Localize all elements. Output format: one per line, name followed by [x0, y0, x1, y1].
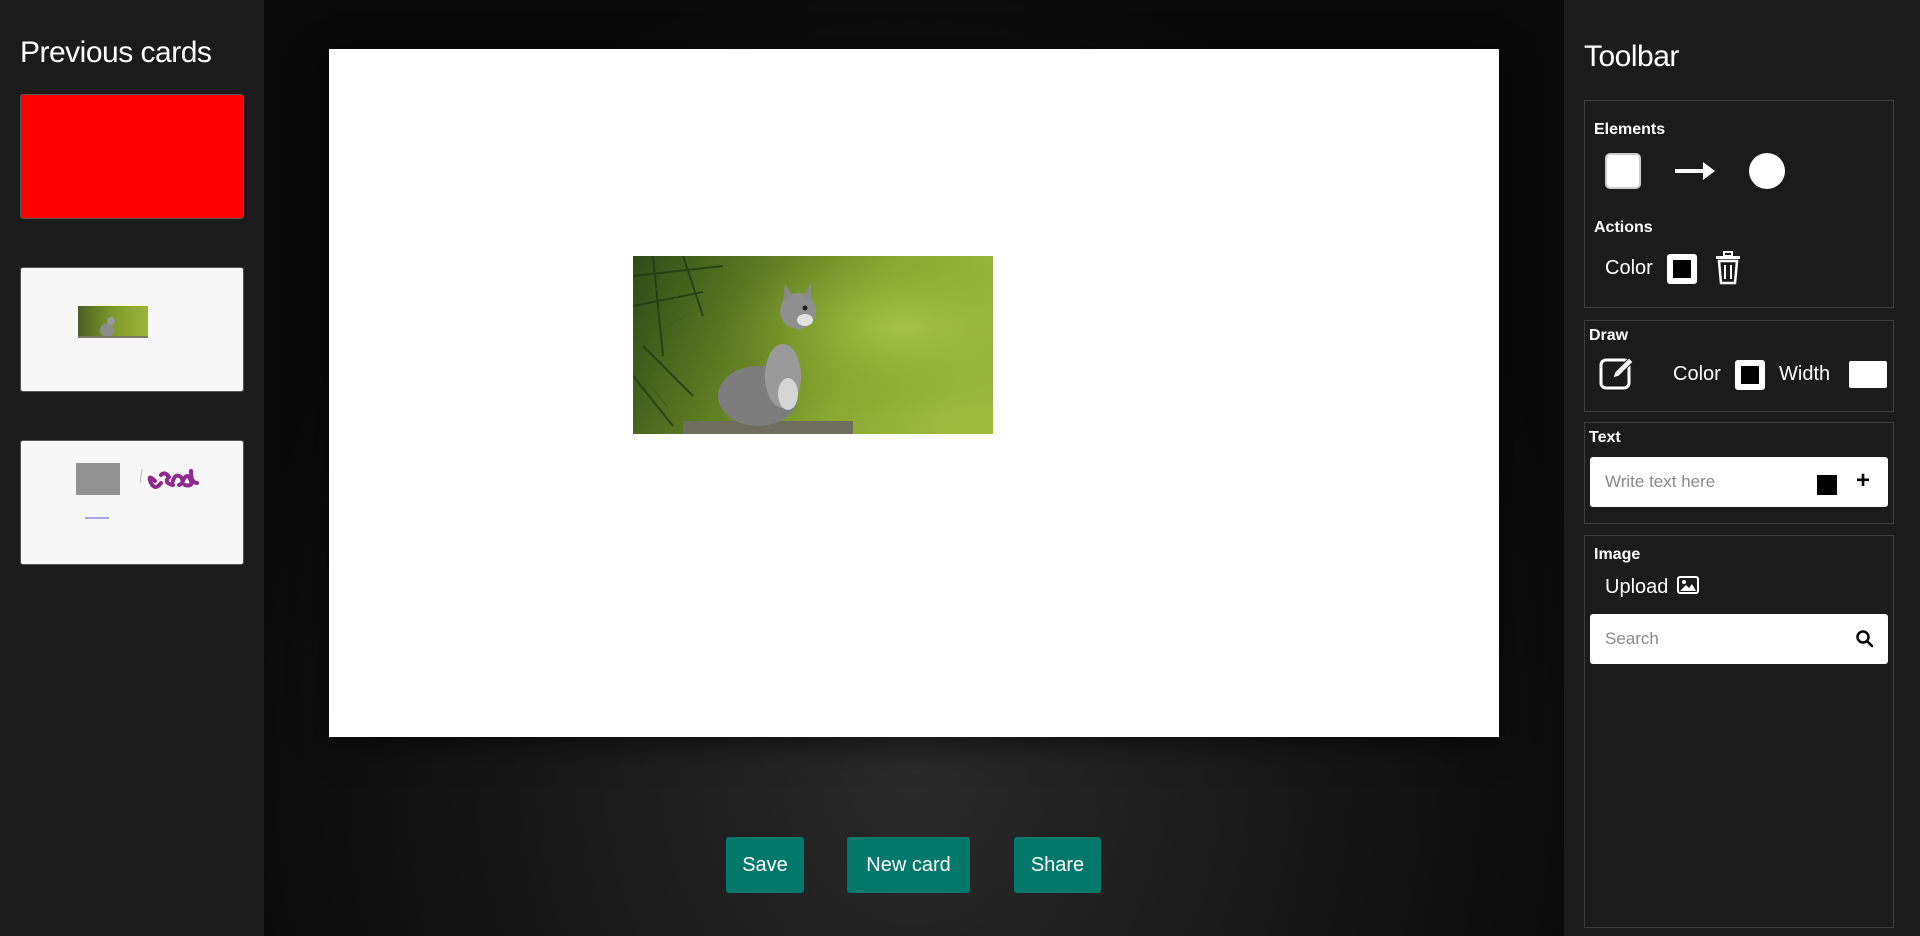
image-icon [1676, 576, 1699, 594]
elements-label: Elements [1594, 121, 1666, 138]
new-card-button[interactable]: New card [847, 837, 970, 893]
share-button[interactable]: Share [1014, 837, 1101, 893]
card-thumbnail-1[interactable] [20, 94, 244, 219]
card-canvas[interactable] [329, 49, 1499, 737]
search-icon[interactable] [1854, 628, 1876, 650]
app: Previous cards Save New card Share Toolb… [0, 0, 1920, 936]
plus-icon[interactable]: + [1856, 467, 1870, 495]
toolbar-sidebar: Toolbar Elements Actions Color Draw Colo… [1564, 0, 1920, 936]
draw-color-label: Color [1673, 363, 1721, 385]
text-input[interactable] [1590, 457, 1810, 507]
text-color-swatch[interactable] [1817, 475, 1837, 495]
toolbar-title: Toolbar [1584, 40, 1679, 73]
text-input-wrapper: + [1590, 457, 1888, 507]
upload-button[interactable]: Upload [1605, 576, 1699, 599]
actions-label: Actions [1594, 219, 1653, 236]
draw-panel: Draw Color Width [1584, 320, 1894, 412]
kitten-image[interactable] [633, 256, 993, 434]
actions-color-swatch[interactable] [1667, 254, 1697, 284]
upload-label: Upload [1605, 576, 1669, 598]
card-thumbnail-3[interactable] [20, 440, 244, 565]
pencil-icon[interactable] [1599, 354, 1639, 390]
drawing-thumbnail-image [76, 463, 199, 519]
previous-cards-title: Previous cards [20, 36, 212, 69]
kitten-thumbnail-image [78, 306, 148, 338]
card-thumbnail-2[interactable] [20, 267, 244, 392]
square-icon[interactable] [1605, 153, 1641, 189]
elements-panel: Elements Actions Color [1584, 100, 1894, 308]
draw-width-input[interactable] [1849, 361, 1887, 388]
text-label: Text [1589, 429, 1621, 446]
circle-icon[interactable] [1749, 153, 1785, 189]
image-label: Image [1594, 546, 1641, 563]
draw-label: Draw [1589, 327, 1629, 344]
save-button[interactable]: Save [726, 837, 804, 893]
trash-icon[interactable] [1713, 251, 1743, 285]
image-panel: Image Upload [1584, 535, 1894, 928]
image-search-wrapper [1590, 614, 1888, 664]
previous-cards-sidebar: Previous cards [0, 0, 264, 936]
text-panel: Text + [1584, 422, 1894, 524]
actions-color-label: Color [1605, 257, 1653, 279]
draw-width-label: Width [1779, 363, 1831, 385]
draw-color-swatch[interactable] [1735, 360, 1765, 390]
arrow-icon[interactable] [1673, 159, 1717, 183]
image-search-input[interactable] [1590, 614, 1840, 664]
editor-area: Save New card Share [264, 0, 1564, 936]
